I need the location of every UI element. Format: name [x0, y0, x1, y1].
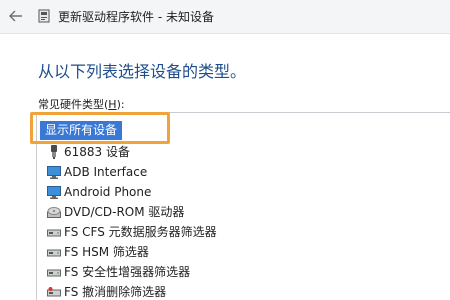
back-button[interactable]	[6, 6, 26, 26]
update-driver-dialog: 更新驱动程序软件 - 未知设备 从以下列表选择设备的类型。 常见硬件类型(H):…	[0, 0, 450, 300]
drive-icon	[47, 245, 61, 259]
monitor-icon	[47, 185, 61, 199]
arrow-left-icon	[9, 10, 22, 22]
list-item[interactable]: FS 安全性增强器筛选器	[37, 262, 450, 282]
list-item[interactable]: ADB Interface	[37, 162, 450, 182]
list-item-label: FS 撤消删除筛选器	[64, 285, 167, 299]
monitor-icon	[47, 165, 61, 179]
list-item[interactable]: FS 撤消删除筛选器	[37, 282, 450, 300]
list-item[interactable]: FS HSM 筛选器	[37, 242, 450, 262]
hardware-type-list[interactable]: 显示所有设备 61883 设备 ADB Interface Android Ph…	[36, 112, 450, 300]
list-item-show-all-devices[interactable]: 显示所有设备	[40, 121, 123, 140]
drive-icon	[47, 265, 61, 279]
list-item-label: FS CFS 元数据服务器筛选器	[64, 225, 217, 239]
list-item-label: ADB Interface	[64, 165, 148, 179]
list-item-label: FS HSM 筛选器	[64, 245, 149, 259]
list-item[interactable]: Android Phone	[37, 182, 450, 202]
device-manager-icon	[38, 9, 50, 23]
label-accelerator: H	[108, 98, 117, 111]
label-suffix: ):	[116, 98, 125, 111]
list-item-label: Android Phone	[64, 185, 152, 199]
hardware-type-label: 常见硬件类型(H):	[38, 96, 125, 112]
list-item-label: FS 安全性增强器筛选器	[64, 265, 191, 279]
list-item[interactable]: 61883 设备	[37, 142, 450, 162]
drive-icon	[47, 225, 61, 239]
list-item[interactable]: FS CFS 元数据服务器筛选器	[37, 222, 450, 242]
window-title: 更新驱动程序软件 - 未知设备	[58, 10, 214, 24]
optical-drive-icon	[47, 205, 61, 219]
list-item-label: DVD/CD-ROM 驱动器	[64, 205, 185, 219]
title-bar: 更新驱动程序软件 - 未知设备	[0, 0, 450, 34]
list-item[interactable]: DVD/CD-ROM 驱动器	[37, 202, 450, 222]
drive-icon	[47, 285, 61, 299]
list-item-label: 61883 设备	[64, 145, 130, 159]
page-heading: 从以下列表选择设备的类型。	[38, 62, 247, 81]
device-plug-icon	[47, 145, 61, 159]
label-prefix: 常见硬件类型(	[38, 98, 109, 111]
